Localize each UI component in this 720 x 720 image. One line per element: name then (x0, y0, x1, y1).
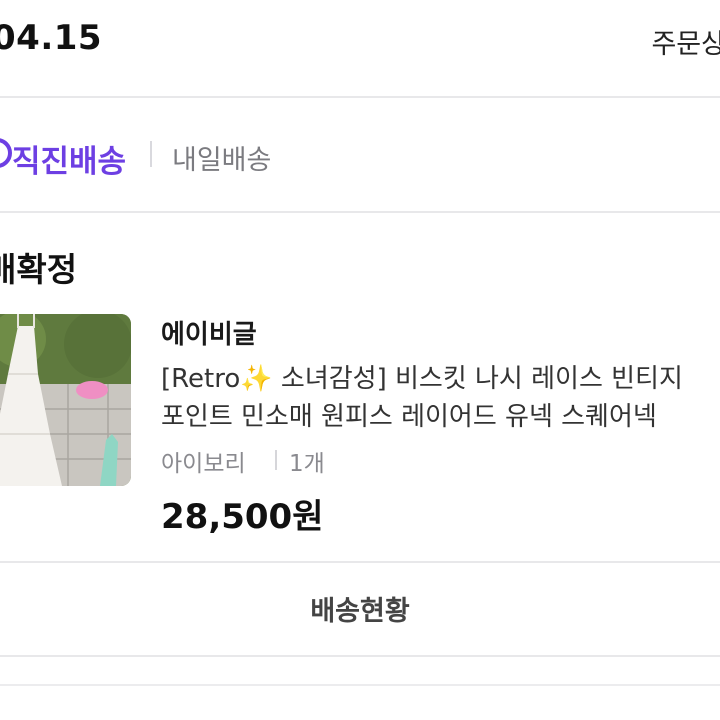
option-separator (275, 450, 277, 470)
product-price: 28,500원 (161, 497, 324, 537)
product-thumbnail[interactable] (0, 314, 131, 486)
product-option-quantity: 1개 (289, 451, 325, 477)
delivery-status-button[interactable]: 배송현황 (0, 563, 720, 653)
direct-delivery-label: 직진배송 (12, 144, 127, 180)
tomorrow-delivery-label: 내일배송 (172, 145, 272, 176)
delivery-separator (150, 141, 152, 167)
divider (0, 96, 720, 98)
divider (0, 211, 720, 213)
order-date: 04.15 (0, 18, 103, 58)
divider (0, 684, 720, 686)
product-option-color: 아이보리 (161, 451, 246, 477)
product-title-line-2[interactable]: 포인트 민소매 원피스 레이어드 유넥 스퀘어넥 (161, 396, 657, 433)
order-detail-link[interactable]: 주문상 (651, 22, 720, 61)
product-title-line-1[interactable]: [Retro✨ 소녀감성] 비스킷 나시 레이스 빈티지 (161, 358, 683, 395)
seller-name[interactable]: 에이비글 (161, 314, 257, 351)
divider (0, 655, 720, 657)
order-status: 매확정 (0, 250, 78, 289)
